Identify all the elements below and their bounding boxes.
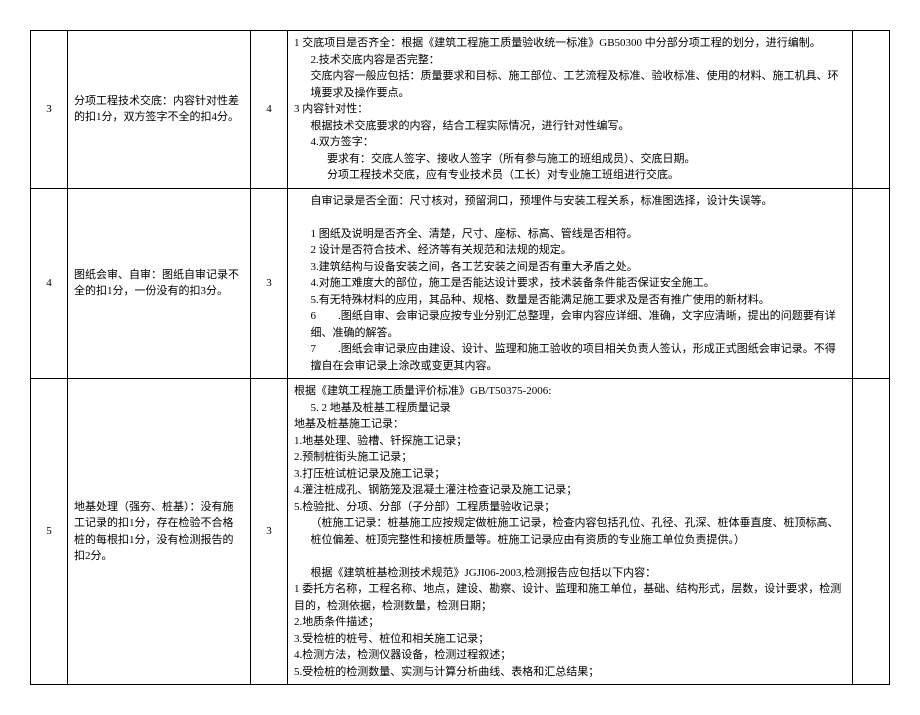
detail-line: （桩施工记录：桩基施工应按规定做桩施工记录，检查内容包括孔位、孔径、孔深、桩体垂… bbox=[294, 515, 846, 548]
detail-line: 分项工程技术交底，应有专业技术员（工长）对专业施工班组进行交底。 bbox=[294, 167, 846, 184]
row-description: 地基处理（强夯、桩基）：没有施工记录的扣1分，存在检验不合格桩的每根扣1分，没有… bbox=[68, 379, 251, 685]
detail-line: 1 图纸及说明是否齐全、清楚，尺寸、座标、标高、管线是否相符。 bbox=[294, 226, 846, 243]
table-row: 3分项工程技术交底：内容针对性差的扣1分，双方签字不全的扣4分。4 1 交底项目是… bbox=[31, 31, 890, 189]
row-description: 图纸会审、自审：图纸自审记录不全的扣1分，一份没有的扣3分。 bbox=[68, 188, 251, 379]
detail-line: 4.检测方法，检测仪器设备，检测过程叙述； bbox=[294, 647, 846, 664]
detail-line: 7 .图纸会审记录应由建设、设计、监理和施工验收的项目相关负责人签认，形成正式图… bbox=[294, 341, 846, 374]
table-row: 4图纸会审、自审：图纸自审记录不全的扣1分，一份没有的扣3分。3 自审记录是否全面… bbox=[31, 188, 890, 379]
detail-line: 3.建筑结构与设备安装之间，各工艺安装之间是否有重大矛盾之处。 bbox=[294, 259, 846, 276]
detail-line bbox=[294, 209, 846, 226]
detail-line: 根据《建筑工程施工质量评价标准》GB/T50375-2006: bbox=[294, 383, 846, 400]
detail-line: 4.灌注桩成孔、钢筋笼及混凝土灌注检查记录及施工记录； bbox=[294, 482, 846, 499]
row-remark bbox=[853, 188, 890, 379]
row-number: 5 bbox=[31, 379, 68, 685]
row-remark bbox=[853, 379, 890, 685]
row-remark bbox=[853, 31, 890, 189]
row-number: 4 bbox=[31, 188, 68, 379]
row-detail: 自审记录是否全面：尺寸核对，预留洞口，预埋件与安装工程关系，标准图选择，设计失误… bbox=[288, 188, 853, 379]
detail-line bbox=[294, 548, 846, 565]
detail-line: 5.有无特殊材料的应用，其品种、规格、数量是否能满足施工要求及是否有推广使用的新… bbox=[294, 292, 846, 309]
detail-line: 2 设计是否符合技术、经济等有关规范和法规的规定。 bbox=[294, 242, 846, 259]
row-detail: 根据《建筑工程施工质量评价标准》GB/T50375-2006:5. 2 地基及桩… bbox=[288, 379, 853, 685]
detail-line: 3.受检桩的桩号、桩位和相关施工记录； bbox=[294, 631, 846, 648]
row-number: 3 bbox=[31, 31, 68, 189]
detail-line: 2.技术交底内容是否完整： bbox=[294, 52, 846, 69]
detail-line: 4.双方签字： bbox=[294, 134, 846, 151]
detail-line: 5. 2 地基及桩基工程质量记录 bbox=[294, 400, 846, 417]
detail-line: 2.地质条件描述； bbox=[294, 614, 846, 631]
detail-line: 地基及桩基施工记录： bbox=[294, 416, 846, 433]
detail-line: 3 内容针对性： bbox=[294, 101, 846, 118]
row-description: 分项工程技术交底：内容针对性差的扣1分，双方签字不全的扣4分。 bbox=[68, 31, 251, 189]
detail-line: 根据《建筑桩基检测技术规范》JGJI06-2003,检测报告应包括以下内容： bbox=[294, 565, 846, 582]
row-score: 3 bbox=[251, 379, 288, 685]
detail-line: 1 委托方名称，工程名称、地点，建设、勘察、设计、监理和施工单位，基础、结构形式… bbox=[294, 581, 846, 614]
row-detail: 1 交底项目是否齐全：根据《建筑工程施工质量验收统一标准》GB50300 中分部… bbox=[288, 31, 853, 189]
detail-line: 自审记录是否全面：尺寸核对，预留洞口，预埋件与安装工程关系，标准图选择，设计失误… bbox=[294, 193, 846, 210]
detail-line: 交底内容一般应包括：质量要求和目标、施工部位、工艺流程及标准、验收标准、使用的材… bbox=[294, 68, 846, 101]
detail-line: 要求有：交底人签字、接收人签字（所有参与施工的班组成员）、交底日期。 bbox=[294, 151, 846, 168]
row-score: 3 bbox=[251, 188, 288, 379]
detail-line: 4.对施工难度大的部位，施工是否能达设计要求，技术装备条件能否保证安全施工。 bbox=[294, 275, 846, 292]
detail-line: 1 交底项目是否齐全：根据《建筑工程施工质量验收统一标准》GB50300 中分部… bbox=[294, 35, 846, 52]
detail-line: 5.受检桩的检测数量、实测与计算分析曲线、表格和汇总结果； bbox=[294, 664, 846, 681]
row-score: 4 bbox=[251, 31, 288, 189]
detail-line: 3.打压桩试桩记录及施工记录； bbox=[294, 466, 846, 483]
detail-line: 6 .图纸自审、会审记录应按专业分别汇总整理，会审内容应详细、准确，文字应清晰，… bbox=[294, 308, 846, 341]
table-row: 5地基处理（强夯、桩基）：没有施工记录的扣1分，存在检验不合格桩的每根扣1分，没… bbox=[31, 379, 890, 685]
detail-line: 5.检验批、分项、分部（子分部）工程质量验收记录； bbox=[294, 499, 846, 516]
detail-line: 2.预制桩街头施工记录； bbox=[294, 449, 846, 466]
detail-line: 根据技术交底要求的内容，结合工程实际情况，进行针对性编写。 bbox=[294, 118, 846, 135]
detail-line: 1.地基处理、验槽、钎探施工记录； bbox=[294, 433, 846, 450]
